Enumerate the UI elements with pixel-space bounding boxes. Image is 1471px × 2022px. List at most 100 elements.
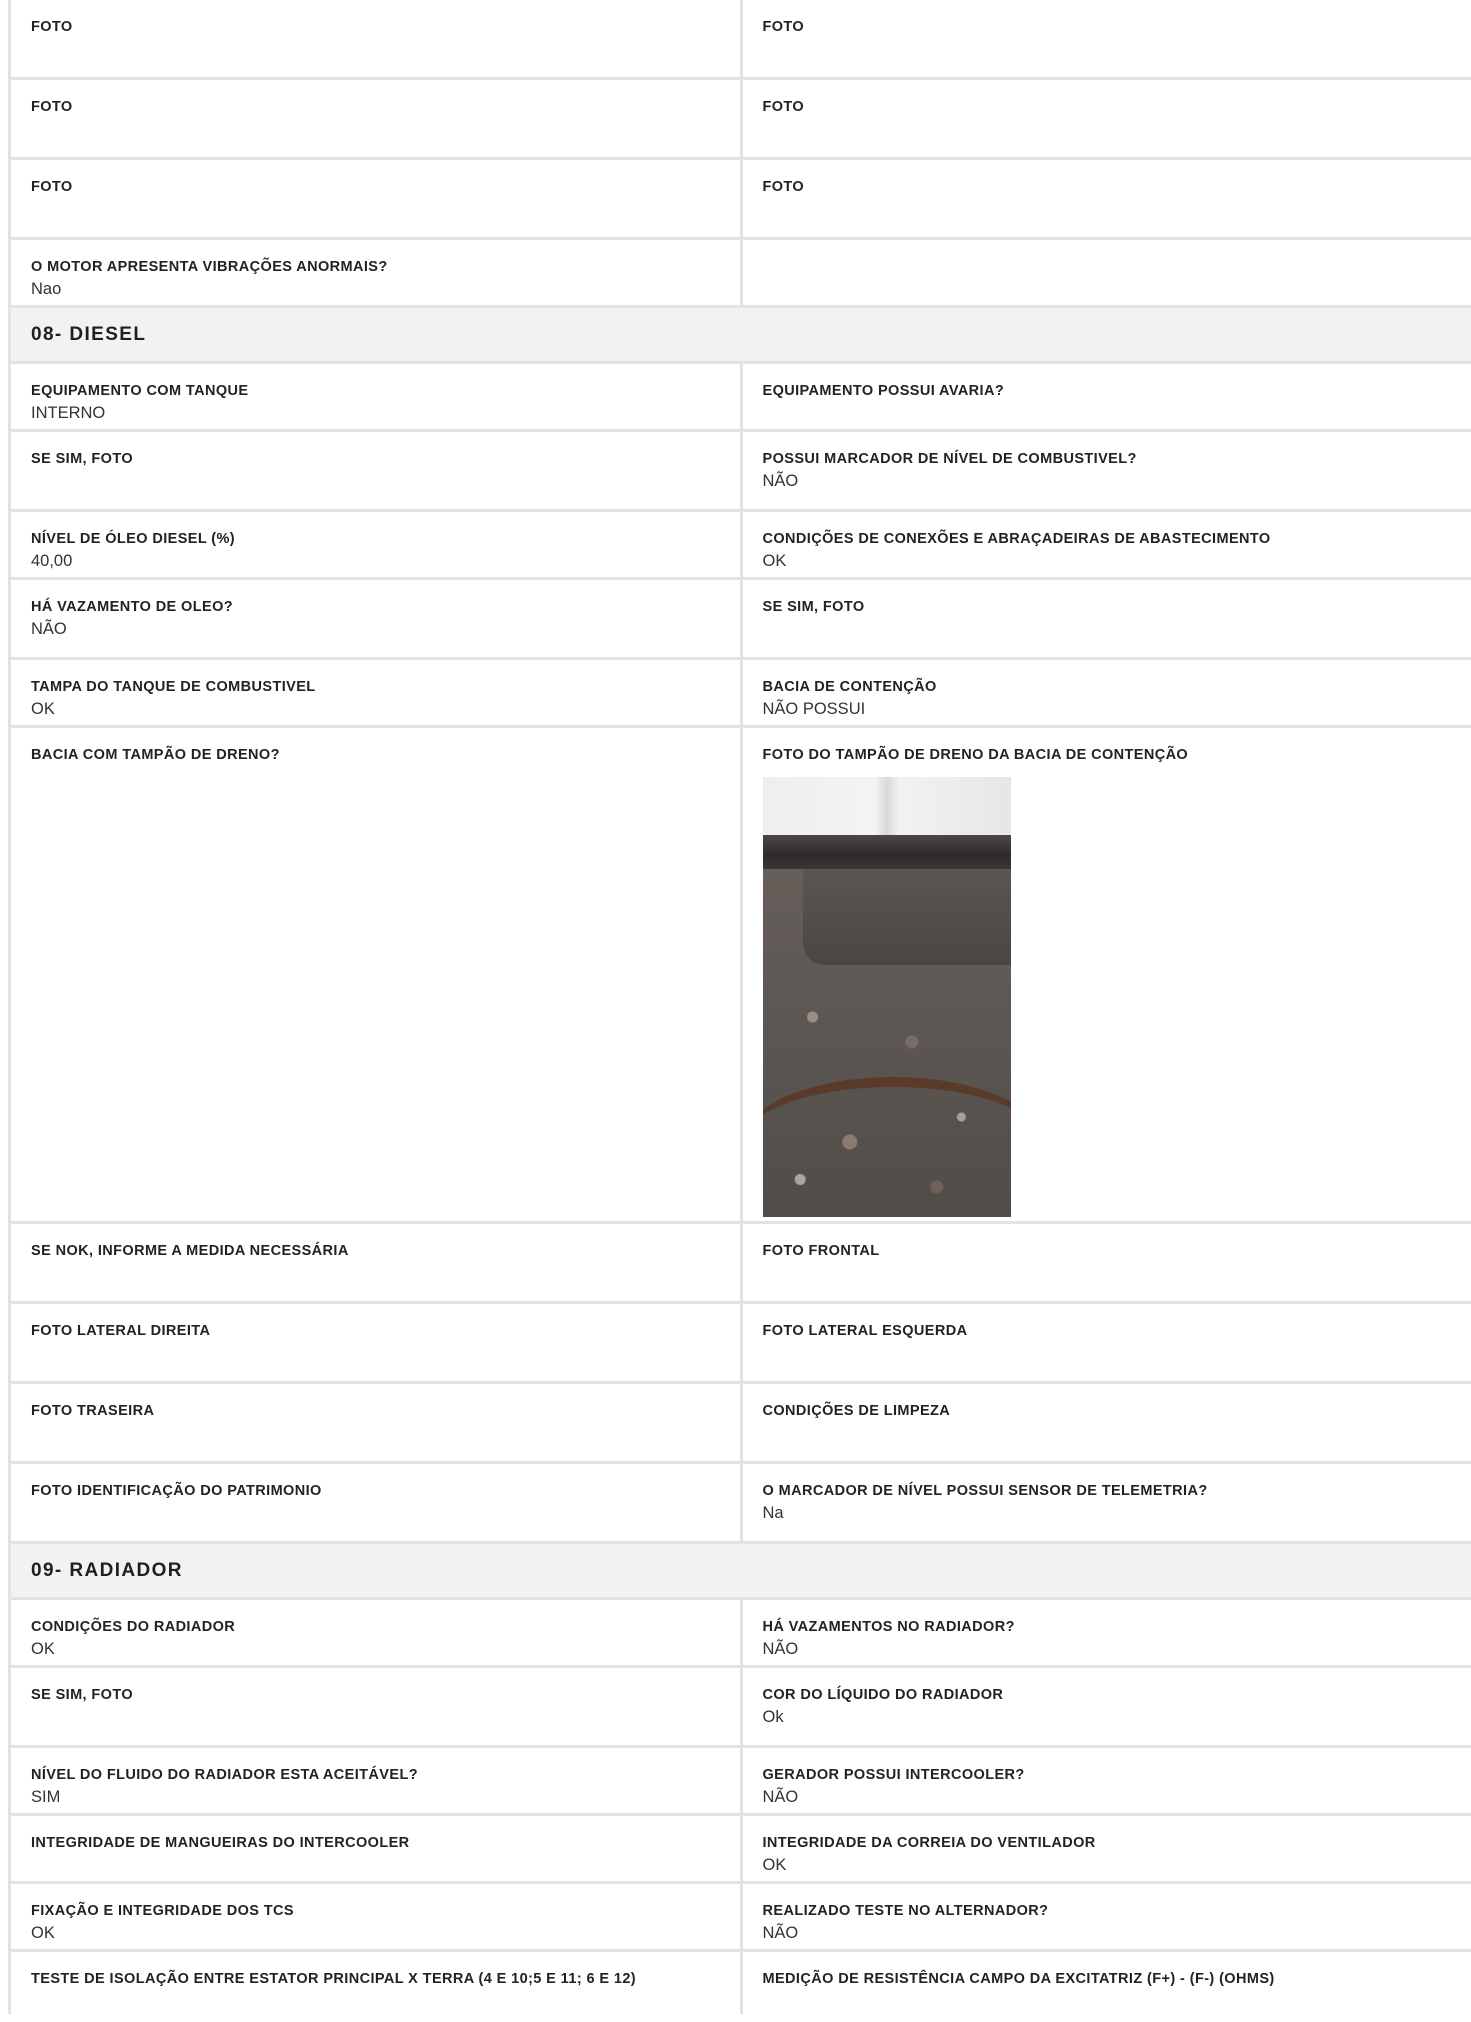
field-label: NÍVEL DO FLUIDO DO RADIADOR ESTA ACEITÁV…: [31, 1767, 418, 1783]
field-cell: O MARCADOR DE NÍVEL POSSUI SENSOR DE TEL…: [743, 1464, 1471, 1541]
section-header-diesel: 08- DIESEL: [11, 308, 1471, 364]
field-cell: FOTO: [743, 160, 1471, 237]
photo-cable: [762, 1077, 1011, 1207]
field-cell: NÍVEL DO FLUIDO DO RADIADOR ESTA ACEITÁV…: [11, 1748, 743, 1813]
field-label: O MARCADOR DE NÍVEL POSSUI SENSOR DE TEL…: [762, 1483, 1208, 1499]
field-value: SIM: [31, 1788, 61, 1806]
field-label: NÍVEL DE ÓLEO DIESEL (%): [31, 531, 236, 547]
field-label: SE SIM, FOTO: [31, 451, 134, 467]
field-cell: GERADOR POSSUI INTERCOOLER? NÃO: [743, 1748, 1471, 1813]
field-row: FOTO FOTO: [11, 0, 1471, 80]
field-cell: [743, 240, 1471, 305]
field-cell: TESTE DE ISOLAÇÃO ENTRE ESTATOR PRINCIPA…: [11, 1952, 743, 2014]
photo-base-block: [802, 869, 1011, 965]
field-value: 40,00: [31, 552, 73, 570]
field-cell: CONDIÇÕES DE CONEXÕES E ABRAÇADEIRAS DE …: [743, 512, 1471, 577]
field-row: NÍVEL DO FLUIDO DO RADIADOR ESTA ACEITÁV…: [11, 1748, 1471, 1816]
field-row: FOTO FOTO: [11, 160, 1471, 240]
field-label: FOTO: [31, 19, 73, 35]
checklist-sheet: FOTO FOTO FOTO FOTO FOTO FOTO O MOTOR AP…: [8, 0, 1471, 2014]
field-row: FOTO LATERAL DIREITA FOTO LATERAL ESQUER…: [11, 1304, 1471, 1384]
field-cell: FOTO: [743, 80, 1471, 157]
field-label: FOTO TRASEIRA: [31, 1403, 155, 1419]
field-cell: TAMPA DO TANQUE DE COMBUSTIVEL OK: [11, 660, 743, 725]
field-label: FOTO LATERAL DIREITA: [31, 1323, 211, 1339]
field-label: FOTO DO TAMPÃO DE DRENO DA BACIA DE CONT…: [762, 747, 1189, 763]
field-label: INTEGRIDADE DA CORREIA DO VENTILADOR: [762, 1835, 1096, 1851]
field-label: FOTO: [762, 19, 805, 35]
field-value: NÃO: [762, 1788, 799, 1806]
field-label: MEDIÇÃO DE RESISTÊNCIA CAMPO DA EXCITATR…: [762, 1971, 1275, 1987]
photo-ledge: [762, 835, 1011, 869]
field-label: O MOTOR APRESENTA VIBRAÇÕES ANORMAIS?: [31, 259, 388, 275]
field-row: SE SIM, FOTO COR DO LÍQUIDO DO RADIADOR …: [11, 1668, 1471, 1748]
field-cell: HÁ VAZAMENTO DE OLEO? NÃO: [11, 580, 743, 657]
field-label: SE NOK, INFORME A MEDIDA NECESSÁRIA: [31, 1243, 349, 1259]
field-row: INTEGRIDADE DE MANGUEIRAS DO INTERCOOLER…: [11, 1816, 1471, 1884]
field-cell: FOTO DO TAMPÃO DE DRENO DA BACIA DE CONT…: [743, 728, 1471, 1221]
field-value: INTERNO: [31, 404, 106, 422]
field-row: TAMPA DO TANQUE DE COMBUSTIVEL OK BACIA …: [11, 660, 1471, 728]
field-label: COR DO LÍQUIDO DO RADIADOR: [762, 1687, 1004, 1703]
field-value: Ok: [762, 1708, 784, 1726]
field-cell: FOTO IDENTIFICAÇÃO DO PATRIMONIO: [11, 1464, 743, 1541]
field-cell: INTEGRIDADE DA CORREIA DO VENTILADOR OK: [743, 1816, 1471, 1881]
field-row: FOTO FOTO: [11, 80, 1471, 160]
field-cell: BACIA COM TAMPÃO DE DRENO?: [11, 728, 743, 1221]
field-cell: CONDIÇÕES DO RADIADOR OK: [11, 1600, 743, 1665]
field-cell: BACIA DE CONTENÇÃO NÃO POSSUI: [743, 660, 1471, 725]
field-label: FOTO: [31, 99, 73, 115]
field-cell: COR DO LÍQUIDO DO RADIADOR Ok: [743, 1668, 1471, 1745]
field-label: FOTO FRONTAL: [762, 1243, 880, 1259]
field-value: OK: [31, 1924, 55, 1942]
drain-plug-photo[interactable]: [762, 777, 1011, 1217]
field-value: OK: [762, 552, 787, 570]
field-row: EQUIPAMENTO COM TANQUE INTERNO EQUIPAMEN…: [11, 364, 1471, 432]
field-label: FOTO IDENTIFICAÇÃO DO PATRIMONIO: [31, 1483, 322, 1499]
field-label: CONDIÇÕES DE CONEXÕES E ABRAÇADEIRAS DE …: [762, 531, 1271, 547]
field-label: CONDIÇÕES DE LIMPEZA: [762, 1403, 951, 1419]
field-label: SE SIM, FOTO: [31, 1687, 134, 1703]
field-cell: EQUIPAMENTO POSSUI AVARIA?: [743, 364, 1471, 429]
field-cell: FIXAÇÃO E INTEGRIDADE DOS TCS OK: [11, 1884, 743, 1949]
field-label: SE SIM, FOTO: [762, 599, 865, 615]
field-value: OK: [31, 1640, 55, 1658]
field-cell: HÁ VAZAMENTOS NO RADIADOR? NÃO: [743, 1600, 1471, 1665]
field-value: NÃO: [762, 1924, 799, 1942]
field-cell: SE SIM, FOTO: [11, 1668, 743, 1745]
field-cell: FOTO TRASEIRA: [11, 1384, 743, 1461]
field-row: SE SIM, FOTO POSSUI MARCADOR DE NÍVEL DE…: [11, 432, 1471, 512]
field-cell: FOTO FRONTAL: [743, 1224, 1471, 1301]
field-row: NÍVEL DE ÓLEO DIESEL (%) 40,00 CONDIÇÕES…: [11, 512, 1471, 580]
section-header-radiador: 09- RADIADOR: [11, 1544, 1471, 1600]
field-label: FOTO LATERAL ESQUERDA: [762, 1323, 968, 1339]
field-value: OK: [31, 700, 55, 718]
field-row: FIXAÇÃO E INTEGRIDADE DOS TCS OK REALIZA…: [11, 1884, 1471, 1952]
field-cell: O MOTOR APRESENTA VIBRAÇÕES ANORMAIS? Na…: [11, 240, 743, 305]
field-row: FOTO TRASEIRA CONDIÇÕES DE LIMPEZA: [11, 1384, 1471, 1464]
field-label: GERADOR POSSUI INTERCOOLER?: [762, 1767, 1025, 1783]
field-cell: FOTO: [11, 80, 743, 157]
field-cell: FOTO: [11, 0, 743, 77]
field-cell: MEDIÇÃO DE RESISTÊNCIA CAMPO DA EXCITATR…: [743, 1952, 1471, 2014]
field-cell: FOTO: [743, 0, 1471, 77]
field-value: OK: [762, 1856, 787, 1874]
field-label: HÁ VAZAMENTO DE OLEO?: [31, 599, 234, 615]
field-cell: CONDIÇÕES DE LIMPEZA: [743, 1384, 1471, 1461]
field-cell: FOTO: [11, 160, 743, 237]
field-value: NÃO: [762, 1640, 799, 1658]
field-label: POSSUI MARCADOR DE NÍVEL DE COMBUSTIVEL?: [762, 451, 1137, 467]
field-cell: REALIZADO TESTE NO ALTERNADOR? NÃO: [743, 1884, 1471, 1949]
field-label: EQUIPAMENTO COM TANQUE: [31, 383, 249, 399]
field-cell: POSSUI MARCADOR DE NÍVEL DE COMBUSTIVEL?…: [743, 432, 1471, 509]
field-cell: FOTO LATERAL ESQUERDA: [743, 1304, 1471, 1381]
field-label: FIXAÇÃO E INTEGRIDADE DOS TCS: [31, 1903, 294, 1919]
field-row: TESTE DE ISOLAÇÃO ENTRE ESTATOR PRINCIPA…: [11, 1952, 1471, 2014]
field-label: FOTO: [762, 99, 805, 115]
field-value: NÃO: [762, 472, 799, 490]
field-label: TESTE DE ISOLAÇÃO ENTRE ESTATOR PRINCIPA…: [31, 1971, 637, 1987]
field-row: SE NOK, INFORME A MEDIDA NECESSÁRIA FOTO…: [11, 1224, 1471, 1304]
field-cell: NÍVEL DE ÓLEO DIESEL (%) 40,00: [11, 512, 743, 577]
field-label: BACIA COM TAMPÃO DE DRENO?: [31, 747, 280, 763]
photo-wall-tile: [762, 777, 1011, 839]
